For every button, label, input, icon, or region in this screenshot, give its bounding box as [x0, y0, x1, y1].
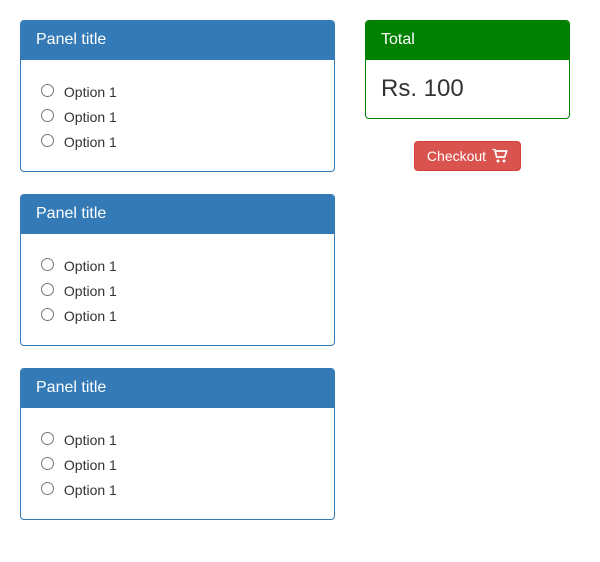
radio-option[interactable]: Option 1: [36, 305, 319, 324]
checkout-button[interactable]: Checkout: [414, 141, 521, 171]
radio-input[interactable]: [41, 308, 54, 321]
radio-input[interactable]: [41, 457, 54, 470]
panel-title: Panel title: [21, 21, 334, 60]
radio-option[interactable]: Option 1: [36, 131, 319, 150]
radio-option[interactable]: Option 1: [36, 255, 319, 274]
radio-option[interactable]: Option 1: [36, 280, 319, 299]
panel-title: Panel title: [21, 369, 334, 408]
panel-body: Option 1 Option 1 Option 1: [21, 408, 334, 519]
radio-input[interactable]: [41, 283, 54, 296]
total-body: Rs. 100: [366, 60, 569, 118]
radio-input[interactable]: [41, 134, 54, 147]
radio-input[interactable]: [41, 432, 54, 445]
radio-input[interactable]: [41, 84, 54, 97]
radio-option[interactable]: Option 1: [36, 479, 319, 498]
radio-label: Option 1: [64, 432, 117, 448]
radio-option[interactable]: Option 1: [36, 81, 319, 100]
cart-icon: [492, 149, 508, 163]
total-amount: Rs. 100: [381, 75, 464, 102]
checkout-label: Checkout: [427, 148, 486, 164]
radio-label: Option 1: [64, 308, 117, 324]
radio-input[interactable]: [41, 482, 54, 495]
radio-label: Option 1: [64, 109, 117, 125]
option-panel-2: Panel title Option 1 Option 1 Option 1: [20, 194, 335, 346]
radio-option[interactable]: Option 1: [36, 429, 319, 448]
option-panel-1: Panel title Option 1 Option 1 Option 1: [20, 20, 335, 172]
total-panel: Total Rs. 100: [365, 20, 570, 119]
radio-label: Option 1: [64, 134, 117, 150]
total-title: Total: [366, 21, 569, 60]
radio-label: Option 1: [64, 482, 117, 498]
panel-title: Panel title: [21, 195, 334, 234]
radio-label: Option 1: [64, 84, 117, 100]
panel-body: Option 1 Option 1 Option 1: [21, 60, 334, 171]
radio-input[interactable]: [41, 109, 54, 122]
option-panel-3: Panel title Option 1 Option 1 Option 1: [20, 368, 335, 520]
radio-option[interactable]: Option 1: [36, 106, 319, 125]
panel-body: Option 1 Option 1 Option 1: [21, 234, 334, 345]
radio-input[interactable]: [41, 258, 54, 271]
radio-option[interactable]: Option 1: [36, 454, 319, 473]
radio-label: Option 1: [64, 457, 117, 473]
radio-label: Option 1: [64, 258, 117, 274]
radio-label: Option 1: [64, 283, 117, 299]
